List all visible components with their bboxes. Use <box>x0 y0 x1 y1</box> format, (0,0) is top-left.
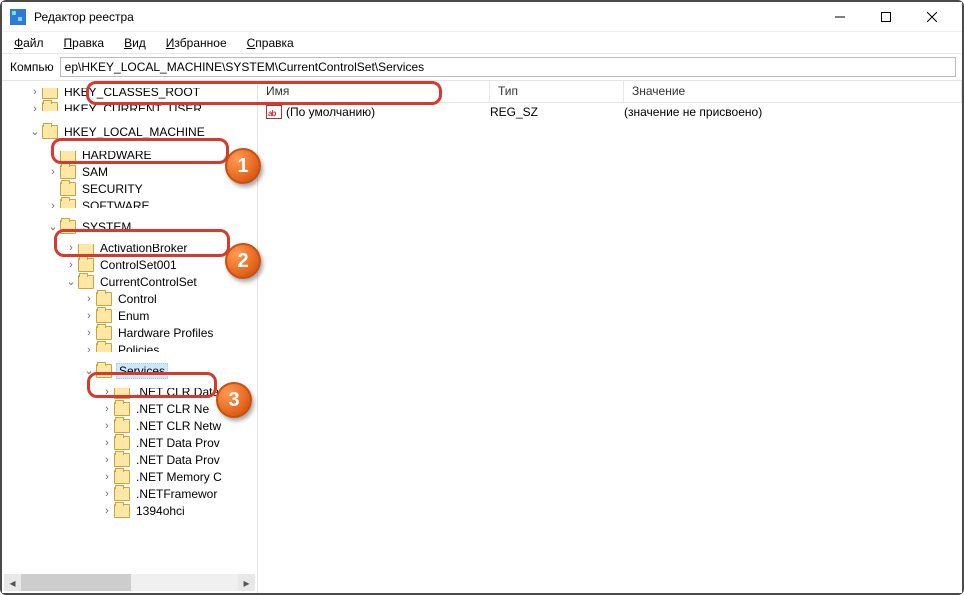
maximize-button[interactable] <box>874 5 898 29</box>
folder-icon <box>60 165 76 179</box>
scroll-left-icon[interactable]: ◂ <box>4 574 21 591</box>
tree-node-netmemoryc[interactable]: ›.NET Memory C <box>6 468 257 485</box>
folder-icon <box>96 326 112 340</box>
folder-icon <box>78 241 94 255</box>
tree-node-controlset001[interactable]: ›ControlSet001 <box>6 256 257 273</box>
tree-node-hkcu[interactable]: ›HKEY_CURRENT_USER <box>6 100 257 117</box>
folder-icon <box>96 292 112 306</box>
folder-icon <box>60 220 76 234</box>
tree-node-netframework[interactable]: ›.NETFramewor <box>6 485 257 502</box>
column-name[interactable]: Имя <box>258 81 490 102</box>
folder-icon <box>60 148 76 162</box>
folder-icon <box>96 309 112 323</box>
folder-icon <box>114 487 130 501</box>
column-value[interactable]: Значение <box>624 81 962 102</box>
folder-icon <box>42 102 58 116</box>
address-input[interactable] <box>60 57 956 77</box>
tree-node-software[interactable]: ›SOFTWARE <box>6 197 257 214</box>
value-name: (По умолчанию) <box>286 105 375 119</box>
folder-icon <box>60 182 76 196</box>
menu-edit[interactable]: Правка <box>56 34 113 52</box>
tree-node-netdataprov2[interactable]: ›.NET Data Prov <box>6 451 257 468</box>
folder-icon <box>78 258 94 272</box>
folder-icon <box>42 85 58 99</box>
menubar: Файл Правка Вид Избранное Справка <box>2 32 962 54</box>
badge-1: 1 <box>225 148 261 184</box>
tree-h-scrollbar[interactable]: ◂ ▸ <box>4 574 255 591</box>
folder-icon <box>60 199 76 213</box>
tree-node-hkcr[interactable]: ›HKEY_CLASSES_ROOT <box>6 83 257 100</box>
folder-icon <box>114 419 130 433</box>
folder-icon <box>114 453 130 467</box>
tree-node-security[interactable]: ›SECURITY <box>6 180 257 197</box>
tree-node-netclrnetw[interactable]: ›.NET CLR Netw <box>6 417 257 434</box>
folder-icon <box>114 385 130 399</box>
folder-icon <box>96 343 112 357</box>
folder-icon <box>114 504 130 518</box>
tree-node-hklm[interactable]: ⌄HKEY_LOCAL_MACHINE <box>6 123 257 140</box>
window-title: Редактор реестра <box>34 10 828 24</box>
tree-node-services[interactable]: ⌄Services <box>6 362 257 379</box>
value-type: REG_SZ <box>482 105 616 119</box>
client-area: ›HKEY_CLASSES_ROOT ›HKEY_CURRENT_USER ⌄H… <box>2 80 962 593</box>
scroll-right-icon[interactable]: ▸ <box>238 574 255 591</box>
close-button[interactable] <box>920 5 944 29</box>
folder-icon <box>96 364 112 378</box>
tree-node-control[interactable]: ›Control <box>6 290 257 307</box>
window-buttons <box>828 5 954 29</box>
tree-node-1394ohci[interactable]: ›1394ohci <box>6 502 257 519</box>
menu-favorites[interactable]: Избранное <box>158 34 235 52</box>
folder-icon <box>114 402 130 416</box>
badge-3: 3 <box>216 382 252 418</box>
folder-icon <box>114 436 130 450</box>
value-row-default[interactable]: ab (По умолчанию) REG_SZ (значение не пр… <box>258 103 962 121</box>
column-type[interactable]: Тип <box>490 81 624 102</box>
regedit-icon <box>10 9 26 25</box>
tree-pane[interactable]: ›HKEY_CLASSES_ROOT ›HKEY_CURRENT_USER ⌄H… <box>2 81 258 593</box>
address-bar: Компью <box>2 54 962 80</box>
scroll-thumb[interactable] <box>21 574 131 591</box>
tree-node-enum[interactable]: ›Enum <box>6 307 257 324</box>
titlebar[interactable]: Редактор реестра <box>2 2 962 32</box>
minimize-button[interactable] <box>828 5 852 29</box>
menu-help[interactable]: Справка <box>239 34 302 52</box>
tree-node-system[interactable]: ⌄SYSTEM <box>6 218 257 235</box>
tree-node-currentcontrolset[interactable]: ⌄CurrentControlSet <box>6 273 257 290</box>
tree-node-activationbroker[interactable]: ›ActivationBroker <box>6 239 257 256</box>
menu-file[interactable]: Файл <box>6 34 52 52</box>
folder-icon <box>42 125 58 139</box>
tree-node-hardware[interactable]: ›HARDWARE <box>6 146 257 163</box>
tree-node-sam[interactable]: ›SAM <box>6 163 257 180</box>
tree-node-policies[interactable]: ›Policies <box>6 341 257 358</box>
tree-node-netdataprov1[interactable]: ›.NET Data Prov <box>6 434 257 451</box>
folder-icon <box>78 275 94 289</box>
scroll-track[interactable] <box>21 574 238 591</box>
string-value-icon: ab <box>266 105 282 119</box>
value-data: (значение не присвоено) <box>616 105 962 119</box>
registry-editor-window: Редактор реестра Файл Правка Вид Избранн… <box>2 2 962 593</box>
values-header: Имя Тип Значение <box>258 81 962 103</box>
address-label: Компью <box>10 60 54 74</box>
values-pane: Имя Тип Значение ab (По умолчанию) REG_S… <box>258 81 962 593</box>
folder-icon <box>114 470 130 484</box>
menu-view[interactable]: Вид <box>116 34 154 52</box>
badge-2: 2 <box>225 243 261 279</box>
tree-node-hardwareprofiles[interactable]: ›Hardware Profiles <box>6 324 257 341</box>
